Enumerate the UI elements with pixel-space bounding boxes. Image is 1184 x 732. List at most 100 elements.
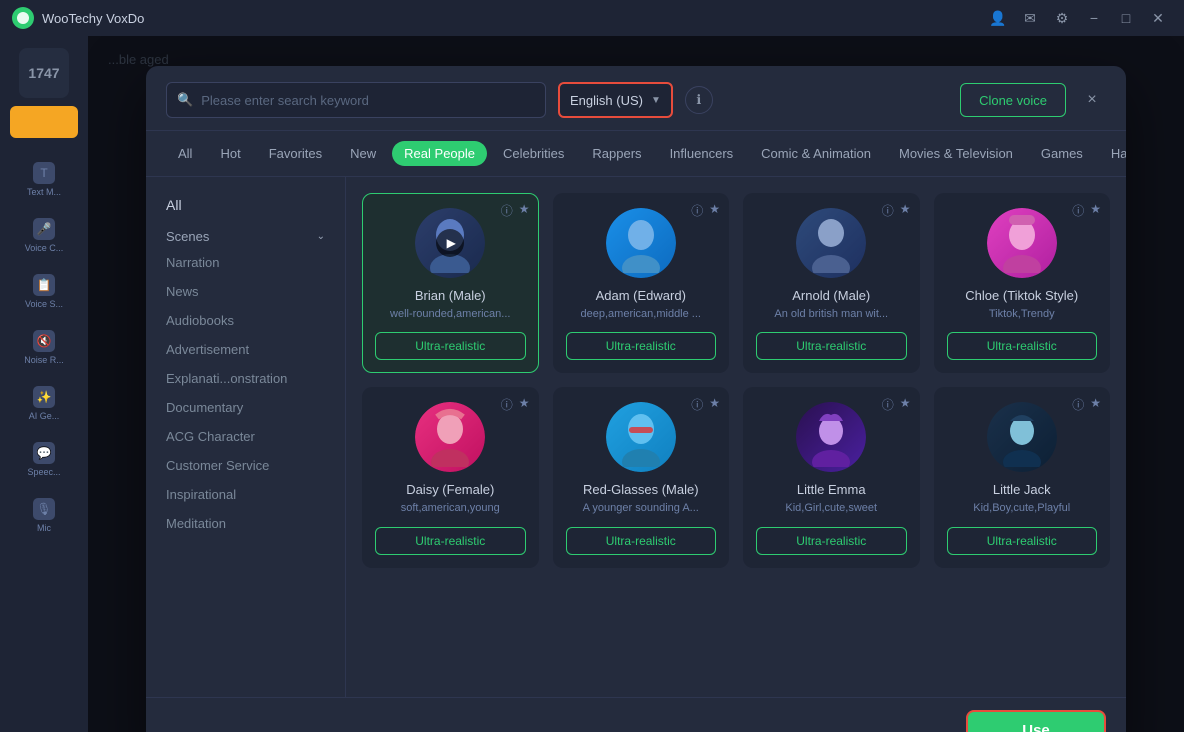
voice-grid-panel: ⓘ ★ — [346, 177, 1126, 697]
adam-name: Adam (Edward) — [596, 288, 686, 303]
left-panel-item-explanation[interactable]: Explanati...onstration — [146, 364, 345, 393]
user-icon[interactable]: 👤 — [984, 4, 1012, 32]
tab-new[interactable]: New — [338, 141, 388, 166]
sidebar-item-noise[interactable]: 🔇 Noise R... — [14, 322, 74, 374]
sidebar-item-mic[interactable]: 🎙 Mic — [14, 490, 74, 542]
star-icon[interactable]: ★ — [1090, 202, 1101, 219]
voice-card-arnold[interactable]: ⓘ ★ — [743, 193, 920, 373]
mail-icon[interactable]: ✉ — [1016, 4, 1044, 32]
left-panel-item-documentary[interactable]: Documentary — [146, 393, 345, 422]
star-icon[interactable]: ★ — [900, 202, 911, 219]
sidebar-counter: 1747 — [19, 48, 69, 98]
modal-header: 🔍 Please enter search keyword English (U… — [146, 66, 1126, 131]
info-button[interactable]: ℹ — [685, 86, 713, 114]
star-icon[interactable]: ★ — [709, 202, 720, 219]
info-circle-icon[interactable]: ⓘ — [691, 396, 703, 413]
info-circle-icon[interactable]: ⓘ — [501, 396, 513, 413]
tab-hot[interactable]: Hot — [208, 141, 252, 166]
info-circle-icon[interactable]: ⓘ — [882, 396, 894, 413]
daisy-badge: Ultra-realistic — [375, 527, 526, 555]
sidebar-counter-value: 1747 — [28, 65, 59, 81]
search-input-placeholder: Please enter search keyword — [201, 93, 369, 108]
redglasses-badge: Ultra-realistic — [566, 527, 717, 555]
chloe-avatar — [987, 208, 1057, 278]
left-panel-item-news[interactable]: News — [146, 277, 345, 306]
daisy-name: Daisy (Female) — [406, 482, 494, 497]
tab-halloween[interactable]: Halloween — [1099, 141, 1126, 166]
sidebar-item-voice2[interactable]: 📋 Voice S... — [14, 266, 74, 318]
noise-icon: 🔇 — [33, 330, 55, 352]
tab-rappers[interactable]: Rappers — [580, 141, 653, 166]
voice-icon: 🎤 — [33, 218, 55, 240]
arnold-name: Arnold (Male) — [792, 288, 870, 303]
sidebar-action-btn[interactable] — [10, 106, 78, 138]
search-box[interactable]: 🔍 Please enter search keyword — [166, 82, 546, 118]
maximize-icon[interactable]: □ — [1112, 4, 1140, 32]
arnold-desc: An old british man wit... — [774, 307, 888, 322]
tab-celebrities[interactable]: Celebrities — [491, 141, 576, 166]
info-circle-icon[interactable]: ⓘ — [882, 202, 894, 219]
chloe-badge: Ultra-realistic — [947, 332, 1098, 360]
clone-voice-button[interactable]: Clone voice — [960, 83, 1066, 117]
voice-card-emma[interactable]: ⓘ ★ — [743, 387, 920, 567]
left-panel-item-audiobooks[interactable]: Audiobooks — [146, 306, 345, 335]
minimize-icon[interactable]: − — [1080, 4, 1108, 32]
modal-close-button[interactable]: × — [1078, 86, 1106, 114]
tab-influencers[interactable]: Influencers — [658, 141, 746, 166]
voice-card-daisy[interactable]: ⓘ ★ — [362, 387, 539, 567]
tab-real-people[interactable]: Real People — [392, 141, 487, 166]
voice-card-jack[interactable]: ⓘ ★ — [934, 387, 1111, 567]
left-panel-item-inspirational[interactable]: Inspirational — [146, 480, 345, 509]
jack-avatar — [987, 402, 1057, 472]
chevron-down-icon[interactable]: ⌄ — [317, 231, 325, 242]
tab-all[interactable]: All — [166, 141, 204, 166]
tab-comic-animation[interactable]: Comic & Animation — [749, 141, 883, 166]
star-icon[interactable]: ★ — [900, 396, 911, 413]
tab-games[interactable]: Games — [1029, 141, 1095, 166]
sidebar-item-text-label: Text M... — [27, 187, 61, 198]
use-button[interactable]: Use — [966, 710, 1106, 732]
info-circle-icon[interactable]: ⓘ — [691, 202, 703, 219]
left-panel-item-narration[interactable]: Narration — [146, 248, 345, 277]
tab-movies-tv[interactable]: Movies & Television — [887, 141, 1025, 166]
sidebar-item-voice-label: Voice C... — [25, 243, 64, 254]
language-selector[interactable]: English (US) ▼ — [558, 82, 673, 118]
left-panel-item-customer-service[interactable]: Customer Service — [146, 451, 345, 480]
info-circle-icon[interactable]: ⓘ — [1072, 202, 1084, 219]
arnold-badge: Ultra-realistic — [756, 332, 907, 360]
voice-card-redglasses[interactable]: ⓘ ★ — [553, 387, 730, 567]
left-panel-all[interactable]: All — [146, 189, 345, 221]
sidebar-item-ai[interactable]: ✨ AI Ge... — [14, 378, 74, 430]
sidebar-item-noise-label: Noise R... — [24, 355, 64, 366]
speech-icon: 💬 — [33, 442, 55, 464]
jack-name: Little Jack — [993, 482, 1051, 497]
info-circle-icon[interactable]: ⓘ — [1072, 396, 1084, 413]
left-panel-scenes-section: Scenes ⌄ — [146, 221, 345, 248]
arnold-avatar — [796, 208, 866, 278]
sidebar-item-mic-label: Mic — [37, 523, 51, 534]
adam-avatar — [606, 208, 676, 278]
star-icon[interactable]: ★ — [1090, 396, 1101, 413]
left-panel-item-advertisement[interactable]: Advertisement — [146, 335, 345, 364]
star-icon[interactable]: ★ — [519, 202, 530, 219]
modal-overlay: 🔍 Please enter search keyword English (U… — [88, 36, 1184, 732]
voice-card-brian[interactable]: ⓘ ★ — [362, 193, 539, 373]
sidebar-item-speech-label: Speec... — [27, 467, 60, 478]
voice-card-adam[interactable]: ⓘ ★ — [553, 193, 730, 373]
adam-desc: deep,american,middle ... — [581, 307, 701, 322]
info-circle-icon[interactable]: ⓘ — [501, 202, 513, 219]
sidebar-item-speech[interactable]: 💬 Speec... — [14, 434, 74, 486]
star-icon[interactable]: ★ — [519, 396, 530, 413]
left-panel-item-meditation[interactable]: Meditation — [146, 509, 345, 538]
star-icon[interactable]: ★ — [709, 396, 720, 413]
sidebar-item-voice[interactable]: 🎤 Voice C... — [14, 210, 74, 262]
close-icon[interactable]: ✕ — [1144, 4, 1172, 32]
voice-card-chloe[interactable]: ⓘ ★ — [934, 193, 1111, 373]
sidebar-item-ai-label: AI Ge... — [29, 411, 60, 422]
titlebar-controls: 👤 ✉ ⚙ − □ ✕ — [984, 4, 1172, 32]
app-title: WooTechy VoxDo — [42, 11, 144, 26]
gear-icon[interactable]: ⚙ — [1048, 4, 1076, 32]
sidebar-item-text[interactable]: T Text M... — [14, 154, 74, 206]
left-panel-item-acg[interactable]: ACG Character — [146, 422, 345, 451]
tab-favorites[interactable]: Favorites — [257, 141, 334, 166]
